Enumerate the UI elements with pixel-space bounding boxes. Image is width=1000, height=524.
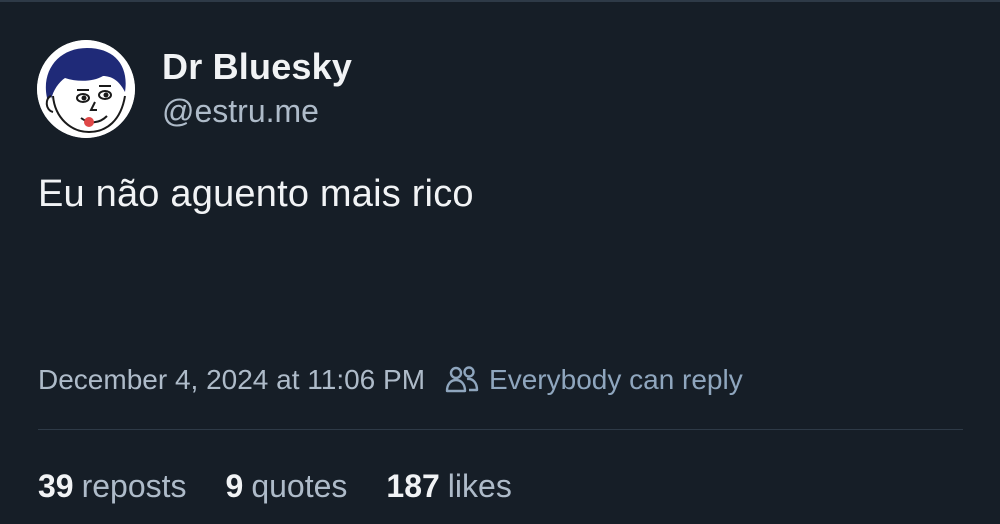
people-icon — [445, 366, 479, 393]
likes-stat[interactable]: 187 likes — [386, 464, 511, 508]
quotes-stat[interactable]: 9 quotes — [226, 464, 348, 508]
reply-setting-label: Everybody can reply — [489, 364, 743, 395]
author-display-name[interactable]: Dr Bluesky — [162, 45, 352, 89]
author-handle[interactable]: @estru.me — [162, 89, 352, 133]
reply-setting[interactable]: Everybody can reply — [445, 360, 743, 400]
likes-label: likes — [447, 468, 512, 504]
quotes-label: quotes — [251, 468, 348, 504]
post-card: Dr Bluesky @estru.me Eu não aguento mais… — [0, 0, 1000, 524]
likes-count: 187 — [386, 468, 440, 504]
author-names: Dr Bluesky @estru.me — [162, 45, 352, 133]
quotes-count: 9 — [225, 468, 244, 504]
divider — [38, 429, 963, 430]
post-meta: December 4, 2024 at 11:06 PM Everybody c… — [38, 360, 743, 400]
post-stats: 39 reposts 9 quotes 187 likes — [38, 464, 551, 508]
reposts-label: reposts — [81, 468, 187, 504]
reposts-stat[interactable]: 39 reposts — [38, 464, 187, 508]
cartoon-face-avatar-icon — [37, 40, 135, 138]
post-text: Eu não aguento mais rico — [38, 173, 474, 215]
post-header: Dr Bluesky @estru.me — [37, 40, 352, 138]
reposts-count: 39 — [38, 468, 74, 504]
post-timestamp: December 4, 2024 at 11:06 PM — [38, 364, 426, 395]
avatar[interactable] — [37, 40, 135, 138]
